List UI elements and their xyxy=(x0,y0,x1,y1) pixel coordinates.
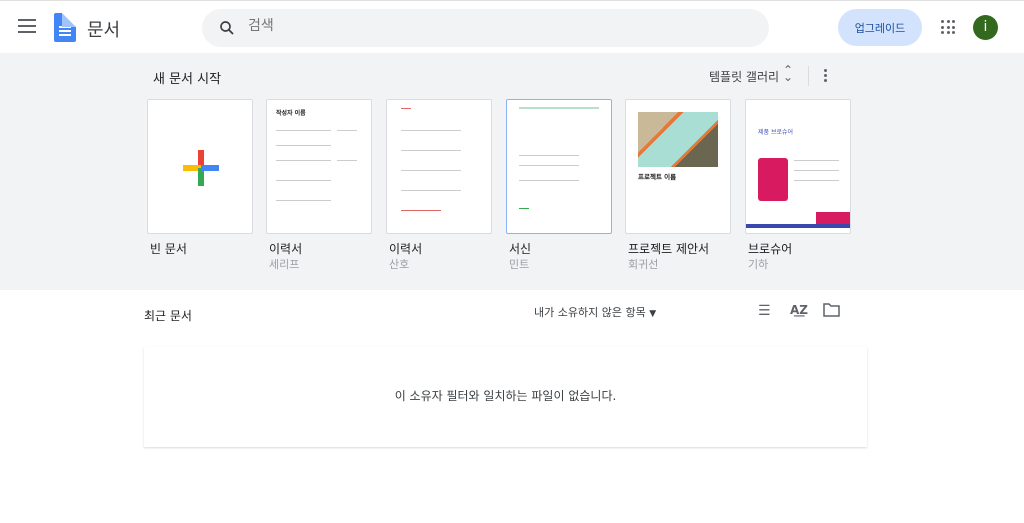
apps-grid-icon[interactable] xyxy=(941,20,955,34)
template-label: 빈 문서 xyxy=(150,242,187,256)
section-title: 새 문서 시작 xyxy=(153,72,222,87)
template-label: 브로슈어 xyxy=(748,242,793,256)
preview-title: 작성자 이름 xyxy=(276,110,306,117)
top-bar: 문서 업그레이드 i xyxy=(0,0,1024,53)
divider xyxy=(808,66,809,86)
template-sublabel: 세리프 xyxy=(269,258,300,271)
preview-title: 프로젝트 이름 xyxy=(638,173,677,181)
docs-logo-icon[interactable] xyxy=(54,13,76,42)
owner-filter-label: 내가 소유하지 않은 항목 xyxy=(534,306,646,319)
owner-filter-dropdown[interactable]: 내가 소유하지 않은 항목 ▼ xyxy=(534,304,656,320)
app-title[interactable]: 문서 xyxy=(87,16,120,42)
template-label: 서신 xyxy=(509,242,532,256)
template-label: 이력서 xyxy=(389,242,423,256)
unfold-icon[interactable]: ⌃ ⌄ xyxy=(783,64,793,83)
list-view-icon[interactable]: ☰ xyxy=(758,303,771,319)
template-resume-coral[interactable] xyxy=(386,99,492,234)
empty-state: 이 소유자 필터와 일치하는 파일이 없습니다. xyxy=(144,347,867,447)
search-icon xyxy=(220,21,234,35)
template-blank[interactable] xyxy=(147,99,253,234)
sort-az-icon[interactable]: A͟Z xyxy=(790,303,808,317)
more-options-icon[interactable] xyxy=(824,69,828,84)
template-gallery-button[interactable]: 템플릿 갤러리 xyxy=(709,68,779,85)
empty-message: 이 소유자 필터와 일치하는 파일이 없습니다. xyxy=(394,389,617,403)
template-sublabel: 민트 xyxy=(509,258,530,271)
template-letter-mint[interactable] xyxy=(506,99,612,234)
template-section: 새 문서 시작 템플릿 갤러리 ⌃ ⌄ 작성자 이름 프로젝트 이름 제품 브로슈… xyxy=(0,53,1024,290)
plus-icon xyxy=(183,150,219,186)
search-input[interactable] xyxy=(248,18,748,34)
template-sublabel: 기하 xyxy=(748,258,769,271)
avatar[interactable]: i xyxy=(973,15,998,40)
folder-icon[interactable] xyxy=(823,303,840,321)
template-brochure[interactable]: 제품 브로슈어 xyxy=(745,99,851,234)
template-label: 프로젝트 제안서 xyxy=(628,242,710,256)
template-proposal[interactable]: 프로젝트 이름 xyxy=(625,99,731,234)
template-sublabel: 산호 xyxy=(389,258,410,271)
template-label: 이력서 xyxy=(269,242,303,256)
template-resume-serif[interactable]: 작성자 이름 xyxy=(266,99,372,234)
preview-title: 제품 브로슈어 xyxy=(758,129,794,136)
dropdown-arrow-icon: ▼ xyxy=(649,309,657,319)
template-sublabel: 회귀선 xyxy=(628,258,659,271)
main-menu-icon[interactable] xyxy=(18,19,36,33)
upgrade-button[interactable]: 업그레이드 xyxy=(838,9,922,46)
recent-docs-title: 최근 문서 xyxy=(144,309,192,323)
search-bar[interactable] xyxy=(202,9,769,47)
